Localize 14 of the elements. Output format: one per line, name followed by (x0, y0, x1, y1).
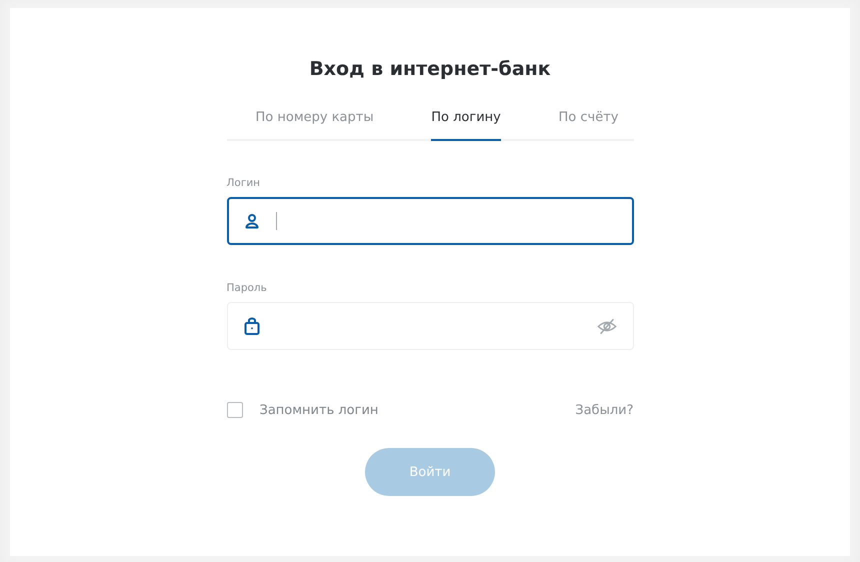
text-cursor (276, 212, 277, 230)
hidden-eye-icon[interactable] (596, 318, 616, 334)
checkbox-label: Запомнить логин (260, 402, 378, 418)
input-field[interactable] (226, 197, 634, 245)
field-label: Пароль (226, 282, 268, 294)
tab[interactable]: По логину (431, 110, 501, 141)
tab[interactable]: По номеру карты (256, 110, 374, 141)
page-title: Вход в интернет-банк (309, 58, 551, 80)
field-label: Логин (226, 177, 262, 189)
checkbox[interactable] (226, 402, 242, 418)
tab[interactable]: По счёту (558, 110, 618, 141)
forgot-link[interactable]: Забыли? (575, 402, 634, 418)
user-icon (244, 212, 260, 230)
lock-icon (244, 317, 260, 335)
